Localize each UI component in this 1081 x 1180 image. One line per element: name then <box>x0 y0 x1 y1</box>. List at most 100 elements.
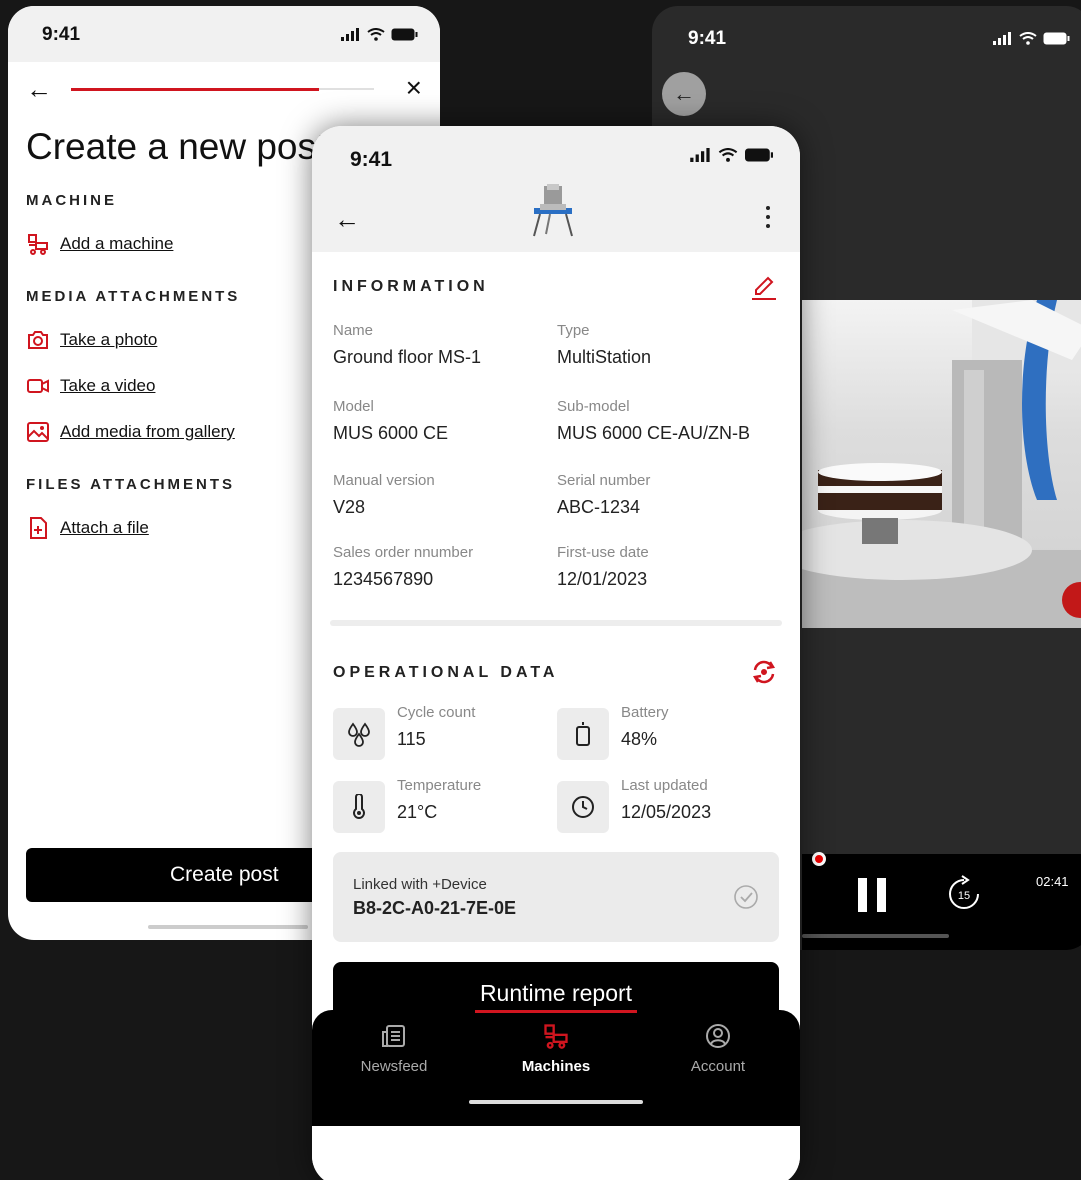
status-time: 9:41 <box>350 148 393 171</box>
status-bar: 9:41 <box>312 126 800 182</box>
wifi-icon <box>718 148 738 162</box>
linked-label: Linked with +Device <box>353 876 487 893</box>
tab-newsfeed[interactable]: Newsfeed <box>334 1022 454 1075</box>
video-home-indicator <box>802 934 949 938</box>
check-circle-icon <box>734 885 758 909</box>
section-files: FILES ATTACHMENTS <box>26 476 236 493</box>
newsfeed-icon <box>382 1025 405 1047</box>
field-value: MultiStation <box>557 347 652 367</box>
video-back-button[interactable]: ← <box>662 72 706 116</box>
field-manual-version: Manual version V28 <box>333 472 435 518</box>
status-icons <box>341 28 418 41</box>
back-arrow-icon[interactable]: ← <box>334 204 360 235</box>
active-tab-indicator <box>475 1010 637 1013</box>
field-model: Model MUS 6000 CE <box>333 398 448 444</box>
op-last-updated: Last updated 12/05/2023 <box>557 777 712 833</box>
field-label: Name <box>333 322 374 339</box>
wifi-icon <box>367 28 385 41</box>
bottom-tab-bar: Newsfeed Machines Account <box>312 1010 800 1126</box>
video-cake-image <box>802 300 1081 628</box>
op-battery: Battery 48% <box>557 704 669 760</box>
linked-device-card: Linked with +Device B8-2C-A0-21-7E-0E <box>333 852 779 942</box>
clock-icon <box>557 781 609 833</box>
add-machine-link[interactable]: Add a machine <box>26 232 173 256</box>
op-temperature: Temperature 21°C <box>333 777 481 833</box>
tab-label: Account <box>690 1058 746 1075</box>
field-serial-number: Serial number ABC-1234 <box>557 472 650 518</box>
section-machine: MACHINE <box>26 192 117 209</box>
linked-device-id: B8-2C-A0-21-7E-0E <box>353 898 517 918</box>
op-value: 21°C <box>397 802 438 822</box>
field-value: MUS 6000 CE-AU/ZN-B <box>557 423 751 443</box>
scrubber-handle[interactable] <box>812 852 826 866</box>
field-value: 12/01/2023 <box>557 569 648 589</box>
status-time: 9:41 <box>42 24 81 45</box>
attach-file-label: Attach a file <box>60 518 149 537</box>
camera-icon <box>28 331 48 349</box>
machine-detail-screen: 9:41 ← INFORMATION Name Ground floor MS-… <box>312 126 800 1180</box>
back-arrow-icon[interactable]: ← <box>26 74 52 105</box>
wifi-icon <box>1019 32 1037 45</box>
more-options-icon[interactable] <box>766 206 770 228</box>
op-label: Last updated <box>621 777 708 794</box>
drops-icon <box>333 708 385 760</box>
take-video-label: Take a video <box>60 376 156 395</box>
op-label: Cycle count <box>397 704 476 721</box>
machines-icon <box>544 1024 568 1049</box>
pause-button[interactable] <box>858 878 886 912</box>
thermometer-icon <box>333 781 385 833</box>
refresh-icon[interactable] <box>750 658 778 686</box>
battery-status-icon <box>1043 32 1070 45</box>
field-label: Serial number <box>557 472 651 489</box>
file-add-icon <box>30 517 47 539</box>
tab-label: Newsfeed <box>360 1058 428 1075</box>
progress-header: ← × <box>26 72 422 105</box>
home-indicator <box>148 925 308 929</box>
op-cycle-count: Cycle count 115 <box>333 704 475 760</box>
battery-icon <box>557 708 609 760</box>
close-icon[interactable]: × <box>406 72 422 104</box>
information-title: INFORMATION <box>333 278 489 295</box>
op-value: 12/05/2023 <box>621 802 712 822</box>
attach-file-link[interactable]: Attach a file <box>26 516 149 540</box>
field-value: Ground floor MS-1 <box>333 347 482 367</box>
edit-icon[interactable] <box>750 274 778 302</box>
skip-forward-icon: 15 <box>949 875 979 909</box>
field-label: First-use date <box>557 544 649 561</box>
status-icons <box>993 32 1070 45</box>
signal-icon <box>993 32 1011 45</box>
field-sub-model: Sub-model MUS 6000 CE-AU/ZN-B <box>557 398 750 444</box>
tab-label: Machines <box>521 1058 591 1075</box>
section-media: MEDIA ATTACHMENTS <box>26 288 241 305</box>
field-type: Type MultiStation <box>557 322 651 368</box>
account-icon <box>706 1024 730 1048</box>
op-value: 115 <box>397 729 426 749</box>
field-value: ABC-1234 <box>557 497 641 517</box>
take-photo-link[interactable]: Take a photo <box>26 328 157 352</box>
machine-thumbnail <box>533 184 573 237</box>
signal-icon <box>341 28 359 41</box>
take-video-link[interactable]: Take a video <box>26 374 155 398</box>
page-title: Create a new post <box>26 126 327 167</box>
status-time: 9:41 <box>688 28 727 49</box>
field-name: Name Ground floor MS-1 <box>333 322 481 368</box>
gallery-icon <box>27 422 49 442</box>
video-frame[interactable] <box>802 300 1081 628</box>
tab-account[interactable]: Account <box>658 1022 778 1075</box>
skip-seconds: 15 <box>958 890 970 902</box>
field-sales-order: Sales order nnumber 1234567890 <box>333 544 473 590</box>
add-gallery-link[interactable]: Add media from gallery <box>26 420 235 444</box>
progress-fill <box>71 88 320 91</box>
field-first-use-date: First-use date 12/01/2023 <box>557 544 649 590</box>
video-camera-icon <box>27 379 49 393</box>
tab-machines[interactable]: Machines <box>496 1022 616 1075</box>
op-value: 48% <box>621 729 658 749</box>
op-label: Temperature <box>397 777 482 794</box>
take-photo-label: Take a photo <box>60 330 158 349</box>
field-label: Sales order nnumber <box>333 544 474 561</box>
op-label: Battery <box>621 704 669 721</box>
section-divider <box>330 620 782 626</box>
battery-status-icon <box>745 148 773 162</box>
field-label: Type <box>557 322 590 339</box>
skip-forward-button[interactable]: 15 <box>944 872 984 912</box>
